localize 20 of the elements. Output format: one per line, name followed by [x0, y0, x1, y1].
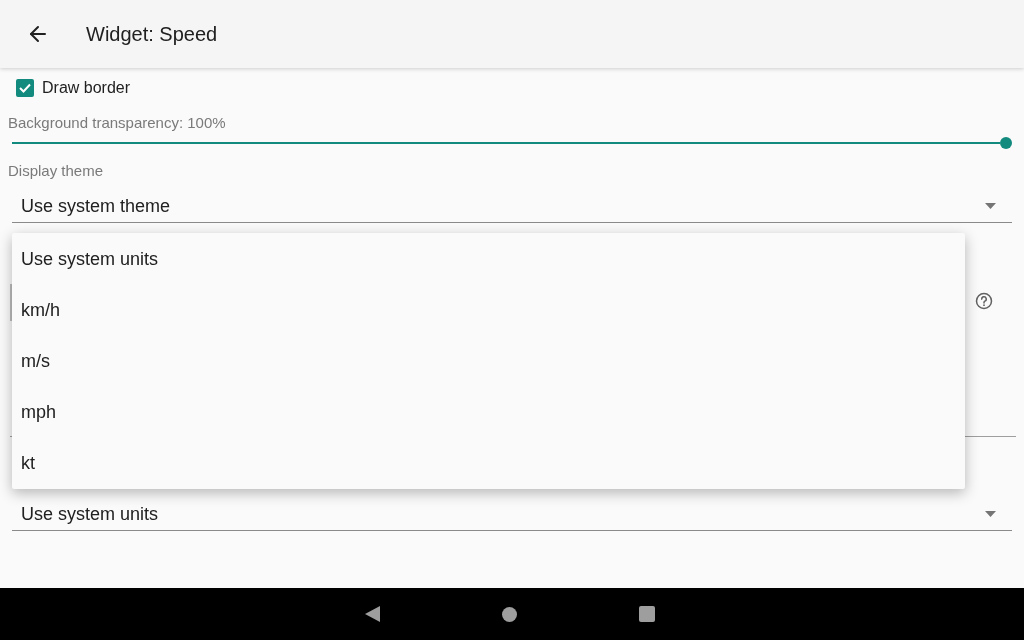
menu-item[interactable]: m/s [12, 335, 965, 386]
checkbox[interactable] [16, 79, 34, 97]
caret-icon [985, 203, 996, 209]
slider-label: Background transparency: 100% [8, 114, 226, 132]
caret-icon [985, 511, 996, 517]
home-circle-icon[interactable] [502, 606, 517, 622]
slider-thumb[interactable] [1000, 137, 1012, 149]
menu-item[interactable]: kt [12, 437, 965, 488]
slider-track[interactable] [12, 137, 1012, 149]
menu-item[interactable]: mph [12, 386, 965, 437]
screen-title: Widget: Speed [86, 22, 218, 47]
checkbox-label: Draw border [42, 79, 131, 97]
menu-item[interactable]: Use system units [12, 233, 965, 284]
section-label: Display theme [8, 162, 104, 180]
check-icon [19, 83, 31, 93]
back-triangle-icon[interactable] [365, 606, 380, 622]
theme-dropdown[interactable]: Use system theme [12, 192, 1012, 223]
units-dropdown[interactable]: Use system units [12, 500, 1012, 531]
help-icon[interactable] [975, 292, 993, 310]
menu-item[interactable]: km/h [12, 284, 965, 335]
